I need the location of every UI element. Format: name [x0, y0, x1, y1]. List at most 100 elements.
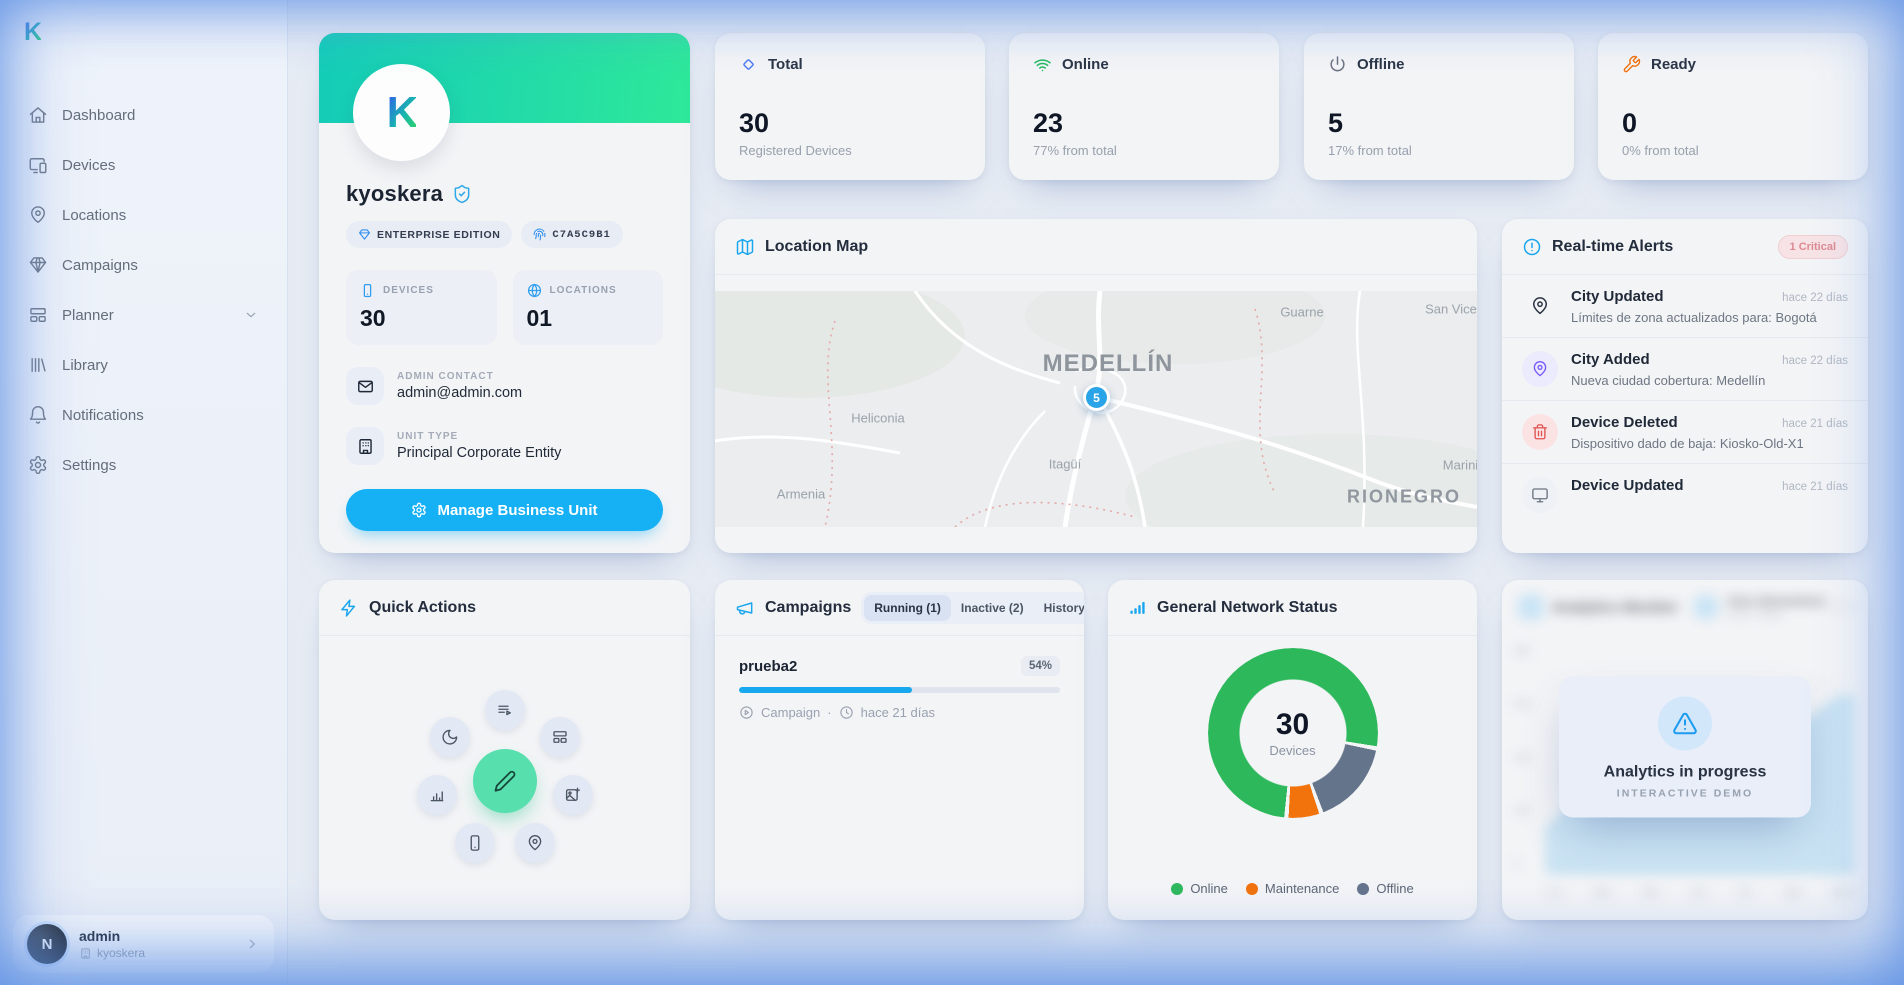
devices-stat-box: DEVICES 30: [346, 270, 497, 345]
brand-k-logo: K: [387, 88, 417, 138]
alert-title: Device Updated: [1571, 477, 1684, 494]
stat-sub: Registered Devices: [739, 143, 961, 158]
x-tick: Mar: [1594, 887, 1611, 898]
quick-action-location-button[interactable]: [515, 823, 555, 863]
stat-card-total: Total 30 Registered Devices: [715, 33, 985, 180]
manage-business-unit-button[interactable]: Manage Business Unit: [346, 489, 663, 531]
x-tick: Mié: [1643, 887, 1659, 898]
quick-action-device-button[interactable]: [455, 823, 495, 863]
network-status-card: General Network Status 30 Devices Online…: [1108, 580, 1477, 920]
map-canvas[interactable]: Guarne San Vicente MEDELLÍN Heliconia It…: [715, 291, 1477, 527]
analytics-demo-overlay: Analytics in progress INTERACTIVE DEMO: [1559, 676, 1811, 817]
alert-item[interactable]: Device Deleted hace 21 días Dispositivo …: [1502, 400, 1868, 463]
demo-overlay-subtitle: INTERACTIVE DEMO: [1583, 787, 1787, 799]
map-pin-icon: [526, 834, 544, 852]
alert-item[interactable]: Device Updated hace 21 días: [1502, 463, 1868, 525]
map-label-rionegro: RIONEGRO: [1347, 487, 1461, 508]
globe-icon: [527, 283, 542, 298]
map-title: Location Map: [765, 238, 868, 256]
demo-overlay-title: Analytics in progress: [1583, 763, 1787, 781]
stat-card-online: Online 23 77% from total: [1009, 33, 1279, 180]
network-legend: Online Maintenance Offline: [1108, 881, 1477, 896]
alert-time: hace 22 días: [1774, 355, 1848, 367]
alert-time: hace 21 días: [1774, 481, 1848, 493]
clock-icon: [839, 705, 854, 720]
edition-badge-label: ENTERPRISE EDITION: [377, 229, 500, 241]
tab-running[interactable]: Running (1): [864, 595, 951, 621]
metric-label: User Interactions: [1727, 594, 1825, 608]
y-tick: 800: [1514, 646, 1531, 657]
bell-icon: [28, 405, 48, 425]
sidebar-item-library[interactable]: Library: [10, 345, 277, 385]
quick-actions-title: Quick Actions: [369, 599, 476, 617]
period-label: Last 7 Days: [1727, 608, 1825, 620]
zap-icon: [339, 598, 359, 618]
stat-label: Online: [1062, 56, 1109, 73]
x-tick: Jue: [1690, 887, 1706, 898]
map-label-heliconia: Heliconia: [851, 411, 904, 426]
campaigns-card: Campaigns Running (1) Inactive (2) Histo…: [715, 580, 1084, 920]
next-period-button[interactable]: ›: [1847, 598, 1852, 616]
map-label-medellin: MEDELLÍN: [1043, 350, 1174, 378]
sidebar-item-planner[interactable]: Planner: [10, 295, 277, 335]
devices-stat-label: DEVICES: [383, 285, 434, 296]
sidebar-nav: Dashboard Devices Locations Campaigns Pl…: [0, 95, 287, 495]
gem-icon: [358, 228, 371, 241]
sidebar-item-locations[interactable]: Locations: [10, 195, 277, 235]
user-name: admin: [79, 928, 145, 944]
map-label-armenia: Armenia: [777, 487, 825, 502]
prev-period-button[interactable]: ‹: [1833, 598, 1838, 616]
play-circle-icon: [739, 705, 754, 720]
devices-stat-value: 30: [360, 305, 483, 332]
network-title: General Network Status: [1157, 599, 1338, 617]
realtime-alerts-card: Real-time Alerts 1 Critical City Updated…: [1502, 219, 1868, 553]
sidebar-item-campaigns[interactable]: Campaigns: [10, 245, 277, 285]
sidebar-user[interactable]: N admin kyoskera: [13, 915, 274, 973]
diamond-icon: [739, 55, 758, 74]
locations-stat-label: LOCATIONS: [550, 285, 617, 296]
dashboard-page: K Dashboard Devices Locations Campaigns …: [0, 0, 1904, 985]
unit-type-row: UNIT TYPE Principal Corporate Entity: [346, 427, 663, 465]
app-logo[interactable]: K: [24, 18, 41, 47]
tab-inactive[interactable]: Inactive (2): [951, 595, 1034, 621]
y-tick: 400: [1514, 753, 1531, 764]
sidebar-label: Settings: [62, 457, 116, 474]
quick-action-chart-button[interactable]: [417, 775, 457, 815]
map-pin-icon: [1522, 288, 1558, 324]
legend-label: Online: [1190, 881, 1228, 896]
business-unit-name: kyoskera: [346, 181, 443, 207]
sidebar-item-settings[interactable]: Settings: [10, 445, 277, 485]
sidebar-item-dashboard[interactable]: Dashboard: [10, 95, 277, 135]
y-tick: 0: [1514, 859, 1531, 870]
quick-action-edit-button[interactable]: [473, 749, 537, 813]
info-circle-icon: [1522, 237, 1542, 257]
campaign-time-label: hace 21 días: [861, 705, 935, 720]
x-tick: Lun: [1546, 887, 1563, 898]
sidebar-item-devices[interactable]: Devices: [10, 145, 277, 185]
campaign-progress-fill: [739, 687, 912, 693]
megaphone-icon: [735, 598, 755, 618]
gear-icon: [28, 455, 48, 475]
bar-chart-icon: [428, 786, 446, 804]
network-donut-chart: 30 Devices: [1208, 648, 1378, 818]
quick-action-moon-button[interactable]: [430, 717, 470, 757]
donut-total-label: Devices: [1269, 743, 1315, 758]
campaign-list-item[interactable]: prueba2 54% Campaign · hace 21 días: [715, 636, 1084, 740]
sidebar-item-notifications[interactable]: Notifications: [10, 395, 277, 435]
stat-sub: 0% from total: [1622, 143, 1844, 158]
quick-action-playlist-button[interactable]: [485, 690, 525, 730]
donut-total-value: 30: [1276, 708, 1309, 742]
campaigns-title: Campaigns: [765, 599, 851, 617]
quick-action-image-button[interactable]: [553, 775, 593, 815]
metric-icon: [1693, 594, 1719, 620]
alert-triangle-icon: [1658, 696, 1712, 750]
alert-item[interactable]: City Added hace 22 días Nueva ciudad cob…: [1502, 337, 1868, 400]
building-icon: [346, 427, 384, 465]
power-icon: [1328, 55, 1347, 74]
admin-contact-label: ADMIN CONTACT: [397, 371, 522, 382]
alert-item[interactable]: City Updated hace 22 días Límites de zon…: [1502, 275, 1868, 337]
map-cluster-marker[interactable]: 5: [1083, 384, 1110, 411]
stat-card-offline: Offline 5 17% from total: [1304, 33, 1574, 180]
tab-history[interactable]: History (3): [1034, 595, 1084, 621]
quick-action-layout-button[interactable]: [540, 717, 580, 757]
